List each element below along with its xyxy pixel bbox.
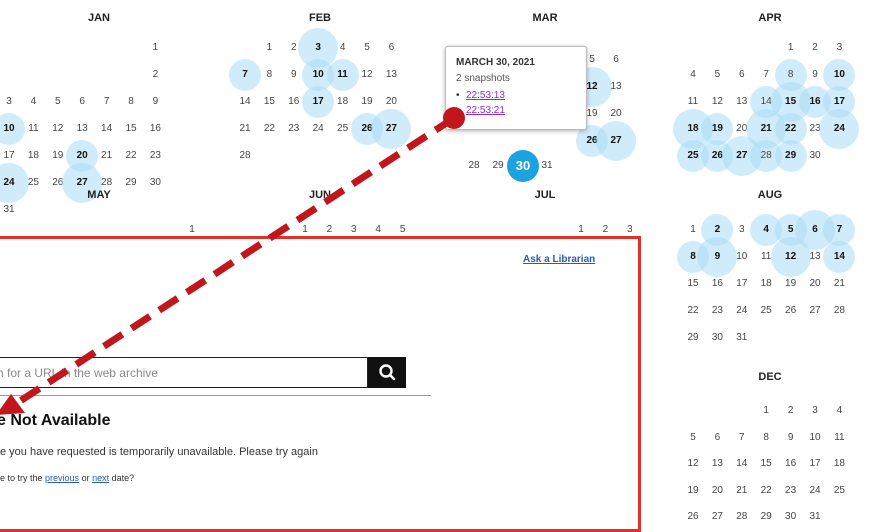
annotation-arrow — [0, 107, 465, 415]
